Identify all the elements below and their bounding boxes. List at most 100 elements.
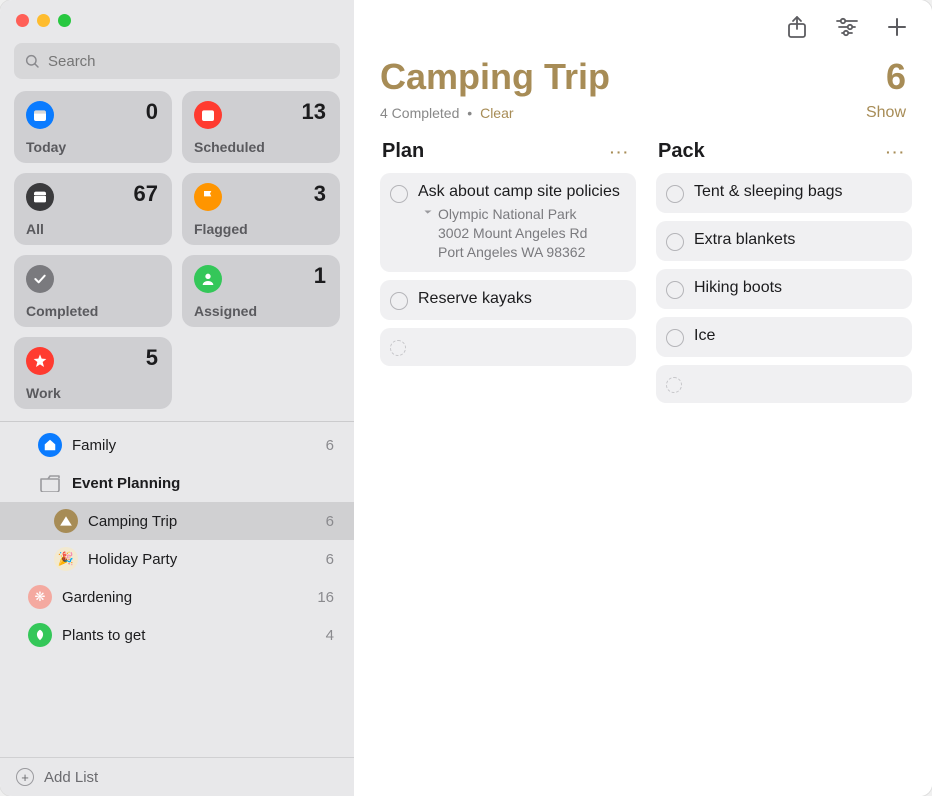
share-icon xyxy=(786,15,808,39)
location-pin-icon xyxy=(422,207,434,223)
section-items: Tent & sleeping bags Extra blankets Hiking… xyxy=(656,173,912,403)
zoom-window-button[interactable] xyxy=(58,14,71,27)
smart-list-work[interactable]: 5 Work xyxy=(14,337,172,409)
reminder-item[interactable]: Extra blankets xyxy=(656,221,912,261)
view-options-button[interactable] xyxy=(834,14,860,40)
flower-icon: ❋ xyxy=(28,585,52,609)
reminder-item[interactable]: Tent & sleeping bags xyxy=(656,173,912,213)
smart-count: 67 xyxy=(134,181,158,207)
section-title: Pack xyxy=(658,140,705,163)
smart-list-completed[interactable]: Completed xyxy=(14,255,172,327)
toolbar xyxy=(354,0,932,54)
reminder-location: Olympic National Park 3002 Mount Angeles… xyxy=(422,205,624,262)
view-options-icon xyxy=(834,16,860,38)
minimize-window-button[interactable] xyxy=(37,14,50,27)
sidebar: 0Today13Scheduled 67 All 3 Flagged Completed 1… xyxy=(0,0,354,796)
smart-label: All xyxy=(26,221,44,237)
new-reminder-placeholder[interactable] xyxy=(656,365,912,403)
smart-label: Work xyxy=(26,385,61,401)
work-icon xyxy=(26,347,54,375)
today-icon xyxy=(26,101,54,129)
list-item-family[interactable]: Family6 xyxy=(0,426,354,464)
list-item-count: 6 xyxy=(326,513,334,530)
smart-list-all[interactable]: 67 All xyxy=(14,173,172,245)
folder-icon xyxy=(38,471,62,495)
smart-count: 5 xyxy=(146,345,158,371)
complete-toggle[interactable] xyxy=(666,233,684,251)
leaf-icon xyxy=(28,623,52,647)
smart-label: Completed xyxy=(26,303,98,319)
smart-list-assigned[interactable]: 1Assigned xyxy=(182,255,340,327)
smart-label: Flagged xyxy=(194,221,248,237)
search-input[interactable] xyxy=(48,53,330,70)
list-subheader: 4 Completed • Clear Show xyxy=(354,98,932,136)
close-window-button[interactable] xyxy=(16,14,29,27)
reminder-title: Ice xyxy=(694,327,900,345)
add-list-button[interactable]: + Add List xyxy=(0,757,354,796)
section-column: Plan···Ask about camp site policiesOlymp… xyxy=(380,136,636,776)
smart-list-flagged[interactable]: 3 Flagged xyxy=(182,173,340,245)
reminder-title: Reserve kayaks xyxy=(418,290,624,308)
list-item-plants[interactable]: Plants to get4 xyxy=(0,616,354,654)
list-title: Camping Trip xyxy=(380,56,886,98)
scheduled-icon xyxy=(194,101,222,129)
list-item-holiday[interactable]: 🎉Holiday Party6 xyxy=(0,540,354,578)
complete-toggle[interactable] xyxy=(390,292,408,310)
list-item-count: 6 xyxy=(326,551,334,568)
reminder-title: Ask about camp site policies xyxy=(418,183,624,201)
tent-icon xyxy=(54,509,78,533)
my-lists: Family6Event PlanningCamping Trip6🎉Holid… xyxy=(0,422,354,757)
list-item-event-planning[interactable]: Event Planning xyxy=(0,464,354,502)
reminder-title: Extra blankets xyxy=(694,231,900,249)
smart-label: Assigned xyxy=(194,303,257,319)
section-menu-button[interactable]: ··· xyxy=(886,144,906,160)
window-controls xyxy=(0,0,354,33)
sections-row: Plan···Ask about camp site policiesOlymp… xyxy=(354,136,932,796)
list-header: Camping Trip 6 xyxy=(354,54,932,98)
complete-toggle[interactable] xyxy=(666,281,684,299)
new-reminder-placeholder[interactable] xyxy=(380,328,636,366)
search-icon xyxy=(24,53,40,69)
house-icon xyxy=(38,433,62,457)
section-menu-button[interactable]: ··· xyxy=(610,144,630,160)
completed-count-label: 4 Completed xyxy=(380,105,459,121)
smart-list-today[interactable]: 0Today xyxy=(14,91,172,163)
complete-toggle[interactable] xyxy=(390,340,406,356)
assigned-icon xyxy=(194,265,222,293)
complete-toggle[interactable] xyxy=(666,185,684,203)
smart-label: Today xyxy=(26,139,66,155)
plus-icon: + xyxy=(16,768,34,786)
complete-toggle[interactable] xyxy=(666,329,684,347)
all-icon xyxy=(26,183,54,211)
reminder-item[interactable]: Reserve kayaks xyxy=(380,280,636,320)
list-item-label: Event Planning xyxy=(72,475,324,492)
smart-count: 13 xyxy=(302,99,326,125)
show-completed-button[interactable]: Show xyxy=(866,104,906,122)
smart-count: 3 xyxy=(314,181,326,207)
main-area: Camping Trip 6 4 Completed • Clear Show … xyxy=(354,0,932,796)
reminder-item[interactable]: Ice xyxy=(656,317,912,357)
list-item-camping[interactable]: Camping Trip 6 xyxy=(0,502,354,540)
list-item-label: Gardening xyxy=(62,589,307,606)
separator-dot: • xyxy=(467,105,472,121)
search-field[interactable] xyxy=(14,43,340,79)
list-item-count: 4 xyxy=(326,627,334,644)
list-item-label: Holiday Party xyxy=(88,551,316,568)
reminder-item[interactable]: Hiking boots xyxy=(656,269,912,309)
list-count: 6 xyxy=(886,56,906,98)
list-item-count: 6 xyxy=(326,437,334,454)
flagged-icon xyxy=(194,183,222,211)
reminder-title: Hiking boots xyxy=(694,279,900,297)
clear-completed-button[interactable]: Clear xyxy=(480,105,513,121)
new-reminder-button[interactable] xyxy=(884,14,910,40)
share-button[interactable] xyxy=(784,14,810,40)
smart-lists: 0Today13Scheduled 67 All 3 Flagged Completed 1… xyxy=(0,87,354,421)
smart-list-scheduled[interactable]: 13Scheduled xyxy=(182,91,340,163)
completed-icon xyxy=(26,265,54,293)
list-item-gardening[interactable]: ❋Gardening16 xyxy=(0,578,354,616)
complete-toggle[interactable] xyxy=(666,377,682,393)
reminder-item[interactable]: Ask about camp site policies Olympic Nati… xyxy=(380,173,636,272)
reminder-location-text: Olympic National Park 3002 Mount Angeles… xyxy=(438,205,587,262)
list-item-label: Camping Trip xyxy=(88,513,316,530)
complete-toggle[interactable] xyxy=(390,185,408,203)
